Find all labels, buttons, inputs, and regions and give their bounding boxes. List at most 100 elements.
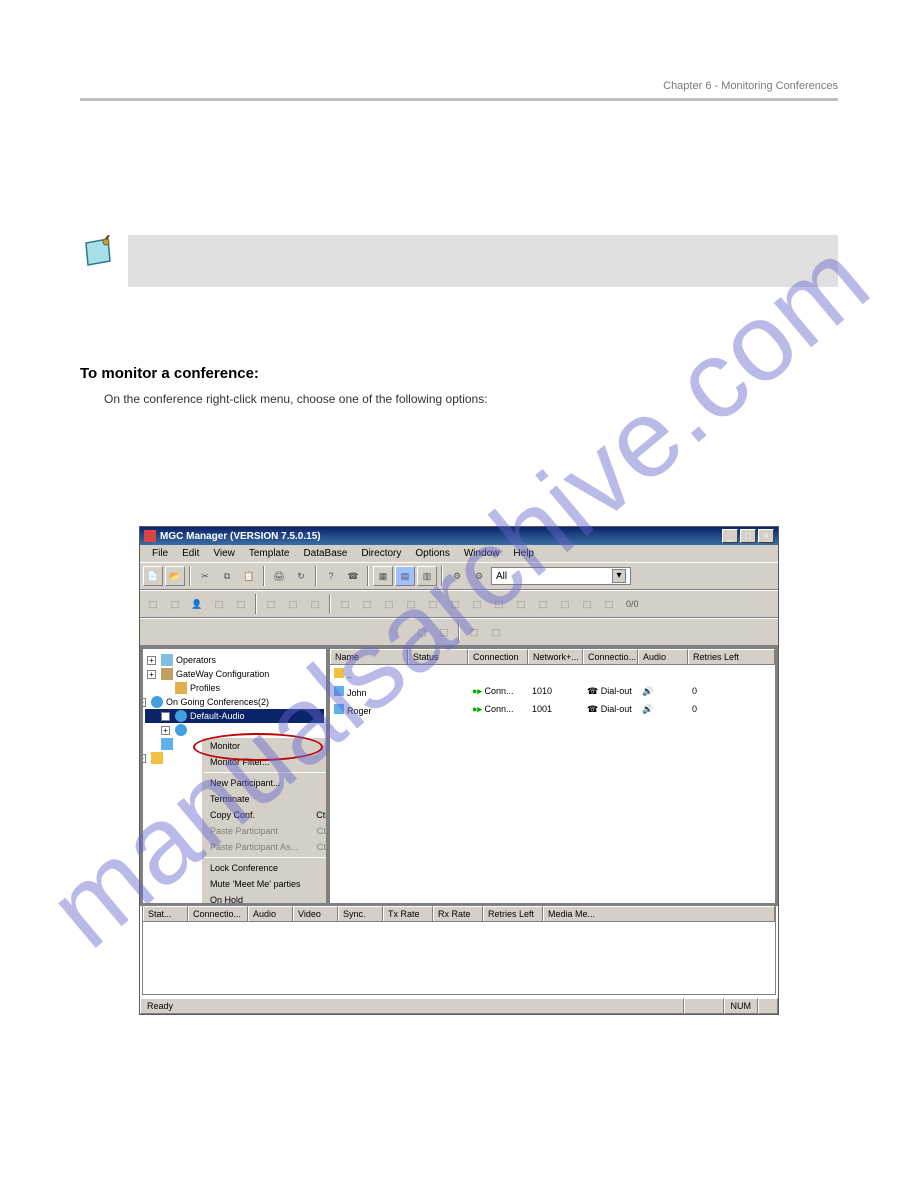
tb-btn[interactable]: ⬚ <box>335 594 355 614</box>
tree-node-gateway[interactable]: +GateWay Configuration <box>145 667 324 681</box>
status-num: NUM <box>724 998 759 1014</box>
minimize-button[interactable]: _ <box>722 529 738 543</box>
ctx-copy-conf[interactable]: Copy Conf.Ctrl+C <box>202 807 327 823</box>
tb-btn[interactable]: ⬚ <box>486 622 506 642</box>
tb-cut-icon[interactable]: ✂ <box>195 566 215 586</box>
ctx-terminate[interactable]: TerminateDel <box>202 791 327 807</box>
bcol-audio[interactable]: Audio <box>248 906 293 921</box>
tb-sep <box>329 594 331 614</box>
bcol-rx[interactable]: Rx Rate <box>433 906 483 921</box>
tb-btn[interactable]: ⬚ <box>261 594 281 614</box>
bcol-conn[interactable]: Connectio... <box>188 906 248 921</box>
tb-btn[interactable]: ⬚ <box>357 594 377 614</box>
maximize-button[interactable]: □ <box>740 529 756 543</box>
app-window: MGC Manager (VERSION 7.5.0.15) _ □ × Fil… <box>139 526 779 1015</box>
ctx-lock[interactable]: Lock Conference <box>202 860 327 876</box>
menu-database[interactable]: DataBase <box>297 547 353 560</box>
tb-btn[interactable]: ⬚ <box>577 594 597 614</box>
tree-node-default-audio[interactable]: +Default-Audio <box>145 709 324 723</box>
list-row[interactable]: Roger ●▸ Conn... 1001 ☎ Dial-out 🔊 0 <box>330 701 775 719</box>
menu-view[interactable]: View <box>207 547 241 560</box>
tb-btn[interactable]: ⬚ <box>283 594 303 614</box>
menubar: File Edit View Template DataBase Directo… <box>140 545 778 562</box>
bcol-stat[interactable]: Stat... <box>143 906 188 921</box>
tb-btn[interactable]: ⬚ <box>165 594 185 614</box>
ctx-monitor[interactable]: Monitor <box>202 738 327 754</box>
bcol-video[interactable]: Video <box>293 906 338 921</box>
tb-copy-icon[interactable]: ⧉ <box>217 566 237 586</box>
tb-btn[interactable]: ⬚ <box>209 594 229 614</box>
tb-paste-icon[interactable]: 📋 <box>239 566 259 586</box>
conference-icon <box>175 710 187 722</box>
tree-node-profiles[interactable]: Profiles <box>145 681 324 695</box>
tb-btn[interactable]: ⬚ <box>231 594 251 614</box>
menu-file[interactable]: File <box>146 547 174 560</box>
filter-dropdown[interactable]: All ▾ <box>491 567 631 585</box>
tree-node-ongoing[interactable]: −On Going Conferences(2) <box>145 695 324 709</box>
section-title: To monitor a conference: <box>80 365 838 382</box>
tb-print-icon[interactable]: 🖨 <box>269 566 289 586</box>
menu-window[interactable]: Window <box>458 547 506 560</box>
tb-btn[interactable]: ⬚ <box>599 594 619 614</box>
menu-help[interactable]: Help <box>507 547 540 560</box>
menu-template[interactable]: Template <box>243 547 296 560</box>
ctx-on-hold[interactable]: On Hold <box>202 892 327 904</box>
tb-btn[interactable]: ⬚ <box>434 622 454 642</box>
col-audio[interactable]: Audio <box>638 649 688 664</box>
list-row-up[interactable]: .. <box>330 665 775 683</box>
menu-options[interactable]: Options <box>409 547 455 560</box>
tb-new-icon[interactable]: 📄 <box>143 566 163 586</box>
bcol-media[interactable]: Media Me... <box>543 906 775 921</box>
tb-btn[interactable]: ⬚ <box>533 594 553 614</box>
tb-refresh-icon[interactable]: ↻ <box>291 566 311 586</box>
tb-btn[interactable]: ⬚ <box>423 594 443 614</box>
tb-btn[interactable]: ⬚ <box>464 622 484 642</box>
tb-btn[interactable]: ⬚ <box>412 622 432 642</box>
tb-btn[interactable]: ⬚ <box>555 594 575 614</box>
list-row[interactable]: John ●▸ Conn... 1010 ☎ Dial-out 🔊 0 <box>330 683 775 701</box>
menu-directory[interactable]: Directory <box>355 547 407 560</box>
tb-open-icon[interactable]: 📂 <box>165 566 185 586</box>
tb-btn[interactable]: ⚙ <box>469 566 489 586</box>
status-ready: Ready <box>140 998 684 1014</box>
tb-btn[interactable]: ⬚ <box>401 594 421 614</box>
tb-user-icon[interactable]: 👤 <box>187 594 207 614</box>
participant-icon <box>334 686 344 696</box>
col-connection[interactable]: Connection <box>468 649 528 664</box>
col-retries[interactable]: Retries Left <box>688 649 775 664</box>
tb-help-icon[interactable]: ? <box>321 566 341 586</box>
tree-node[interactable]: + <box>145 723 324 737</box>
tree-node-operators[interactable]: +Operators <box>145 653 324 667</box>
ctx-monitor-filter[interactable]: Monitor Filter... <box>202 754 327 770</box>
bcol-tx[interactable]: Tx Rate <box>383 906 433 921</box>
participant-icon <box>334 704 344 714</box>
tb-btn[interactable]: ⬚ <box>445 594 465 614</box>
tb-view-2-icon[interactable]: ▤ <box>395 566 415 586</box>
breadcrumb: Chapter 6 - Monitoring Conferences <box>80 80 838 92</box>
bcol-sync[interactable]: Sync. <box>338 906 383 921</box>
tb-btn[interactable]: ⬚ <box>143 594 163 614</box>
dialout-icon: ☎ <box>587 686 598 696</box>
tb-btn[interactable]: ⬚ <box>489 594 509 614</box>
col-status[interactable]: Status <box>408 649 468 664</box>
ctx-mute[interactable]: Mute 'Meet Me' parties <box>202 876 327 892</box>
signal-icon: ●▸ <box>472 686 482 696</box>
col-name[interactable]: Name <box>330 649 408 664</box>
col-connectio[interactable]: Connectio... <box>583 649 638 664</box>
tb-btn[interactable]: ⬚ <box>511 594 531 614</box>
col-network[interactable]: Network+... <box>528 649 583 664</box>
tb-sep <box>255 594 257 614</box>
bcol-retries[interactable]: Retries Left <box>483 906 543 921</box>
menu-edit[interactable]: Edit <box>176 547 205 560</box>
tb-btn[interactable]: ⬚ <box>305 594 325 614</box>
tb-btn[interactable]: ⬚ <box>467 594 487 614</box>
tb-view-3-icon[interactable]: ▥ <box>417 566 437 586</box>
workspace: +Operators +GateWay Configuration Profil… <box>140 646 778 906</box>
ctx-new-participant[interactable]: New Participant...F8 <box>202 775 327 791</box>
close-button[interactable]: × <box>758 529 774 543</box>
tb-view-1-icon[interactable]: ▦ <box>373 566 393 586</box>
tb-btn[interactable]: ⚙ <box>447 566 467 586</box>
tb-sep <box>189 566 191 586</box>
tb-btn[interactable]: ⬚ <box>379 594 399 614</box>
tb-conn-icon[interactable]: ☎ <box>343 566 363 586</box>
